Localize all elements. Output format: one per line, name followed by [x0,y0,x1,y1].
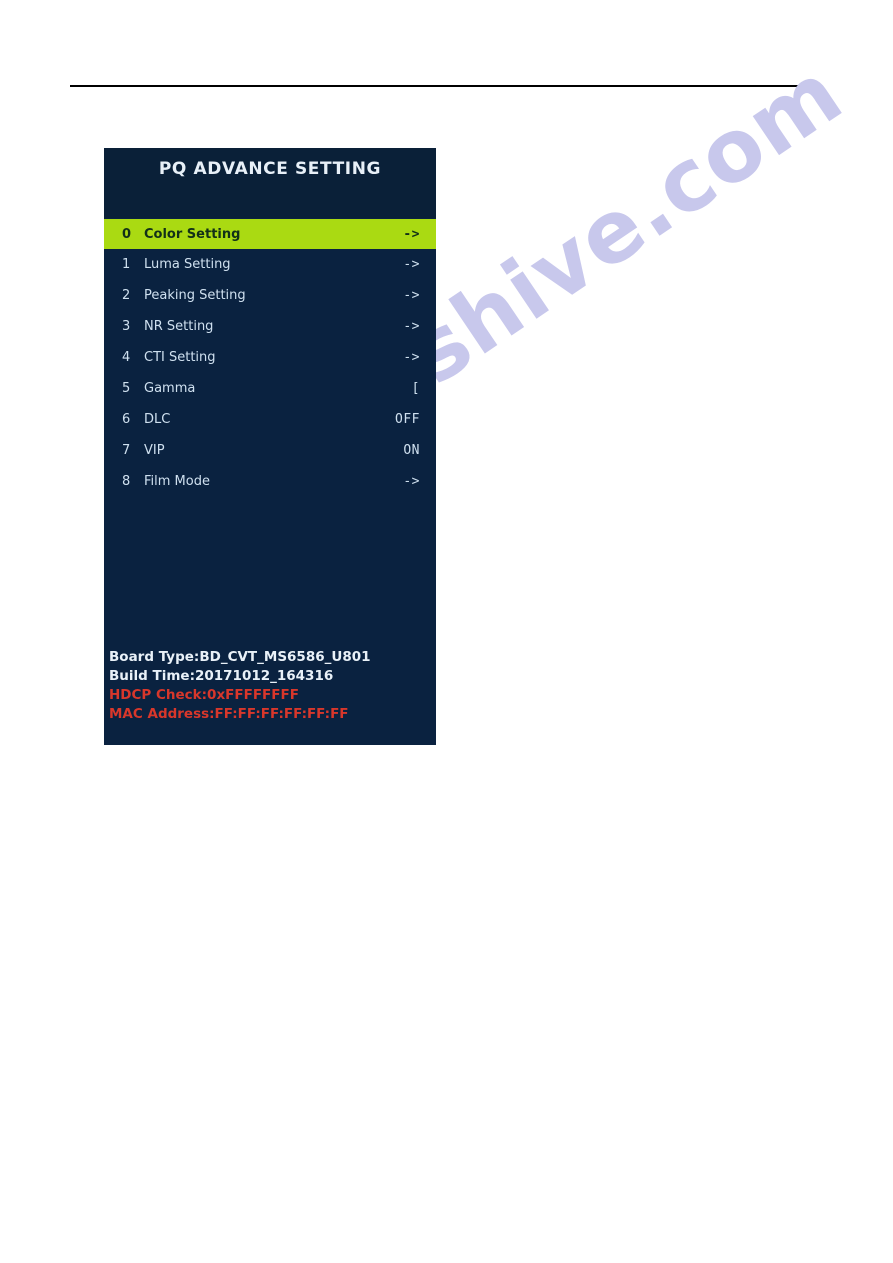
osd-menu-item[interactable]: 8 Film Mode -> [104,466,436,497]
osd-item-value: -> [403,474,420,489]
osd-item-label: CTI Setting [144,350,216,365]
osd-item-value: -> [403,226,420,242]
osd-item-value: -> [403,350,420,365]
osd-menu-item[interactable]: 7 VIP ON [104,435,436,466]
osd-menu-item[interactable]: 3 NR Setting -> [104,311,436,342]
osd-menu-item[interactable]: 6 DLC OFF [104,404,436,435]
osd-menu-panel: PQ ADVANCE SETTING 0 Color Setting -> 1 Luma… [104,148,436,745]
osd-item-index: 2 [122,288,131,303]
osd-item-value: [ [411,381,420,396]
osd-item-value: OFF [395,412,420,427]
osd-item-index: 1 [122,257,131,272]
osd-menu-item[interactable]: 5 Gamma [ [104,373,436,404]
osd-footer-line: Board Type:BD_CVT_MS6586_U801 [109,649,371,665]
osd-item-index: 8 [122,474,131,489]
osd-item-value: -> [403,288,420,303]
osd-footer-info: Board Type:BD_CVT_MS6586_U801 Build Time:… [104,648,436,724]
osd-item-label: Color Setting [144,226,241,242]
osd-menu-item[interactable]: 1 Luma Setting -> [104,249,436,280]
osd-menu-item[interactable]: 4 CTI Setting -> [104,342,436,373]
osd-menu-item[interactable]: 0 Color Setting -> [104,219,436,249]
osd-footer-line: MAC Address:FF:FF:FF:FF:FF:FF [109,706,349,722]
osd-item-index: 0 [122,226,132,242]
osd-item-label: NR Setting [144,319,214,334]
osd-footer-line: HDCP Check:0xFFFFFFFF [109,687,299,703]
osd-menu-item[interactable]: 2 Peaking Setting -> [104,280,436,311]
osd-item-label: Peaking Setting [144,288,246,303]
osd-header: PQ ADVANCE SETTING [104,148,436,218]
osd-item-index: 6 [122,412,131,427]
osd-item-label: VIP [144,443,165,458]
osd-item-value: -> [403,257,420,272]
osd-item-label: Gamma [144,381,196,396]
osd-item-index: 4 [122,350,131,365]
osd-item-label: DLC [144,412,171,427]
osd-title: PQ ADVANCE SETTING [158,159,382,179]
osd-footer-line: Build Time:20171012_164316 [109,668,334,684]
osd-item-label: Luma Setting [144,257,231,272]
page-header-rule [70,85,822,87]
osd-item-value: -> [403,319,420,334]
osd-item-index: 7 [122,443,131,458]
osd-item-label: Film Mode [144,474,210,489]
osd-item-index: 3 [122,319,131,334]
osd-menu-list[interactable]: 0 Color Setting -> 1 Luma Setting -> 2 Peaking … [104,218,436,497]
osd-item-value: ON [403,443,420,458]
osd-item-index: 5 [122,381,131,396]
